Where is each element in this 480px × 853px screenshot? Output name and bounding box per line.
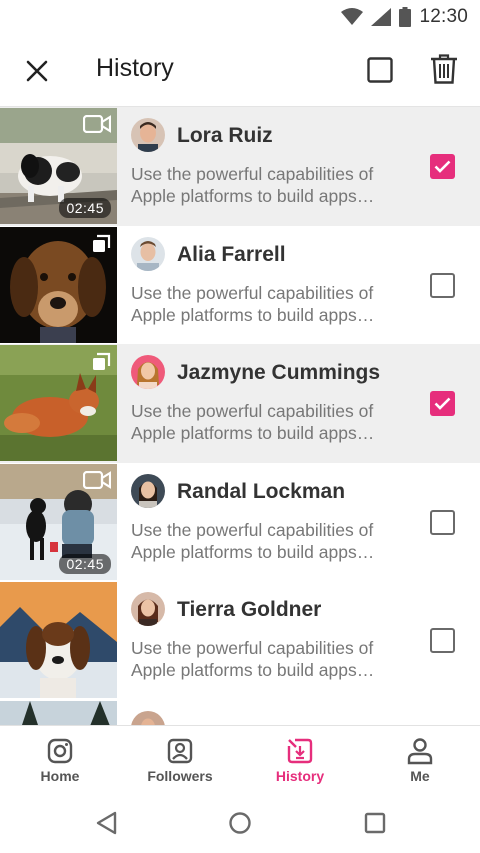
check-icon (434, 397, 451, 410)
video-duration: 02:45 (59, 198, 111, 218)
description-line: Apple platforms to build apps… (131, 660, 375, 680)
description-line: Apple platforms to build apps… (131, 304, 375, 325)
gallery-icon (93, 352, 111, 370)
avatar-image (131, 710, 165, 725)
avatar[interactable] (131, 355, 165, 389)
system-navigation (0, 793, 480, 853)
close-icon (26, 60, 48, 82)
followers-icon (167, 738, 193, 764)
description-line: Use the powerful capabilities of (131, 638, 374, 658)
list-item[interactable]: Jazmyne Cummings Use the powerful capabi… (0, 344, 480, 463)
avatar[interactable] (131, 473, 165, 508)
user-name: Randal Lockman (177, 479, 346, 503)
square-checkbox-icon (367, 57, 393, 83)
thumbnail[interactable] (0, 582, 117, 698)
avatar-image (131, 355, 165, 389)
item-checkbox[interactable] (430, 509, 455, 535)
user-name: Lora Ruiz (177, 124, 273, 147)
thumbnail[interactable]: 02:45 (0, 463, 117, 580)
nav-label: Followers (147, 768, 213, 784)
nav-item-me[interactable]: Me (360, 726, 480, 794)
status-icons: 12:30 (341, 6, 468, 28)
trash-icon (431, 54, 457, 84)
item-checkbox[interactable] (430, 272, 455, 298)
item-checkbox[interactable] (430, 154, 455, 179)
system-back-button[interactable] (91, 808, 121, 838)
avatar-image (131, 118, 165, 152)
item-description: Use the powerful capabilities of Apple p… (131, 400, 411, 444)
nav-item-history[interactable]: History (240, 726, 360, 794)
user-name: Jazmyne Cummings (177, 361, 381, 384)
delete-button[interactable] (428, 52, 460, 86)
nav-label: Me (410, 768, 430, 784)
page-title: History (96, 54, 174, 82)
check-icon (434, 160, 451, 173)
avatar[interactable] (131, 592, 165, 626)
system-home-button[interactable] (225, 808, 255, 838)
select-all-checkbox[interactable] (364, 54, 396, 86)
avatar[interactable] (131, 118, 165, 152)
app-bar: History (0, 34, 480, 106)
list-item[interactable] (0, 700, 480, 725)
close-button[interactable] (22, 56, 52, 86)
user-name: Alia Farrell (177, 242, 286, 266)
thumbnail[interactable] (0, 700, 117, 725)
dog-photo (0, 582, 117, 698)
back-icon (96, 811, 117, 835)
video-camera-icon (83, 115, 111, 133)
item-description: Use the powerful capabilities of Apple p… (131, 282, 411, 326)
instagram-icon (47, 738, 73, 764)
thumbnail[interactable] (0, 345, 117, 461)
item-checkbox[interactable] (430, 391, 455, 416)
thumbnail[interactable]: 02:45 (0, 108, 117, 224)
nav-label: History (275, 768, 325, 784)
gallery-icon (93, 234, 111, 252)
avatar-image (131, 592, 165, 626)
home-icon (229, 812, 251, 834)
thumbnail[interactable] (0, 226, 117, 343)
video-duration: 02:45 (59, 553, 111, 574)
description-line: Use the powerful capabilities of (131, 401, 374, 421)
description-line: Apple platforms to build apps… (131, 423, 375, 443)
nav-label: Home (40, 768, 80, 784)
list-item[interactable]: 02:45 Randal Lockman Use the powerful ca… (0, 463, 480, 582)
avatar-image (131, 236, 165, 271)
status-bar: 12:30 (0, 0, 480, 34)
avatar[interactable] (131, 236, 165, 271)
nav-item-followers[interactable]: Followers (120, 726, 240, 794)
recents-icon (364, 812, 386, 834)
history-download-icon (287, 738, 313, 764)
signal-icon (371, 8, 392, 26)
description-line: Use the powerful capabilities of (131, 282, 374, 303)
video-camera-icon (83, 470, 111, 489)
system-recents-button[interactable] (360, 808, 390, 838)
nav-item-home[interactable]: Home (0, 726, 120, 794)
description-line: Use the powerful capabilities of (131, 519, 374, 540)
status-time: 12:30 (419, 6, 468, 27)
item-description: Use the powerful capabilities of Apple p… (131, 519, 411, 563)
wifi-icon (341, 8, 364, 25)
description-line: Use the powerful capabilities of (131, 164, 374, 184)
bottom-navigation: Home Followers History Me (0, 725, 480, 793)
history-list[interactable]: 02:45 Lora Ruiz Use the powerful capabil… (0, 106, 480, 725)
list-item[interactable]: Tierra Goldner Use the powerful capabili… (0, 581, 480, 700)
list-item[interactable]: 02:45 Lora Ruiz Use the powerful capabil… (0, 107, 480, 226)
avatar[interactable] (131, 710, 165, 725)
battery-icon (399, 7, 412, 27)
person-icon (407, 738, 433, 765)
item-description: Use the powerful capabilities of Apple p… (131, 637, 411, 681)
description-line: Apple platforms to build apps… (131, 541, 375, 562)
avatar-image (131, 473, 165, 508)
list-item[interactable]: Alia Farrell Use the powerful capabiliti… (0, 226, 480, 345)
item-description: Use the powerful capabilities of Apple p… (131, 163, 411, 207)
forest-photo (0, 700, 117, 725)
item-checkbox[interactable] (430, 628, 455, 653)
user-name: Tierra Goldner (177, 598, 322, 621)
description-line: Apple platforms to build apps… (131, 186, 375, 206)
